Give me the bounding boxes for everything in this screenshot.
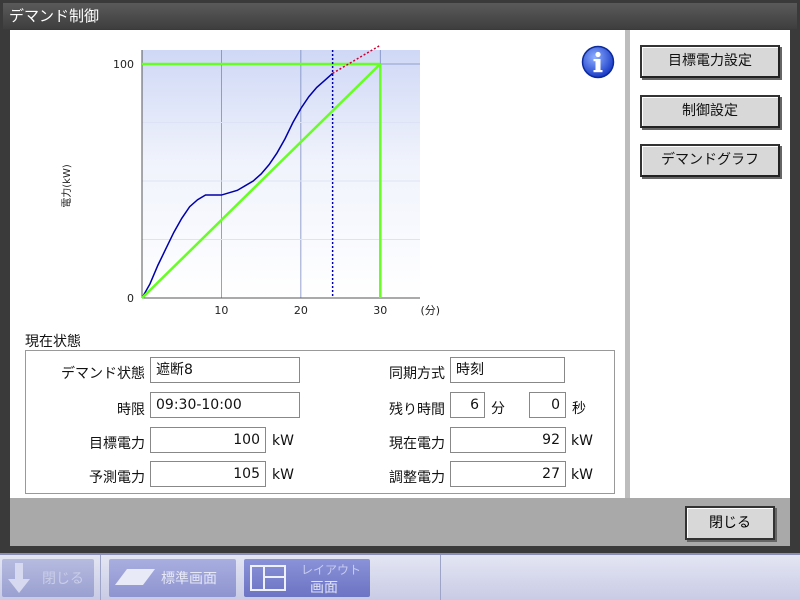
y-tick-label: 100 bbox=[113, 58, 134, 71]
demand-graph-button[interactable]: デマンドグラフ bbox=[640, 144, 780, 177]
sync-method-field: 時刻 bbox=[450, 357, 565, 383]
x-axis-unit-label: (分) bbox=[420, 304, 440, 317]
plot-area bbox=[142, 50, 420, 298]
demand-control-window: デマンド制御 10 20 30 (分) 0 100 電力(kW) 現在状態 デマンド状態 遮… bbox=[0, 0, 800, 553]
taskbar-back-button[interactable]: 閉じる bbox=[2, 559, 94, 597]
taskbar-back-label: 閉じる bbox=[42, 571, 84, 587]
sync-method-label: 同期方式 bbox=[389, 366, 445, 382]
current-power-label: 現在電力 bbox=[389, 436, 445, 452]
control-settings-button[interactable]: 制御設定 bbox=[640, 95, 780, 128]
window-title: デマンド制御 bbox=[3, 3, 797, 29]
forecast-power-unit: kW bbox=[272, 467, 294, 483]
adjust-power-label: 調整電力 bbox=[389, 470, 445, 486]
current-power-field: 92 bbox=[450, 427, 566, 453]
taskbar-divider bbox=[440, 555, 441, 600]
adjust-power-field: 27 bbox=[450, 461, 566, 487]
remaining-minutes-field: 6 bbox=[450, 392, 485, 418]
taskbar-standard-screen-button[interactable]: 標準画面 bbox=[109, 559, 236, 597]
screen-tile-icon bbox=[115, 569, 155, 585]
adjust-power-unit: kW bbox=[571, 467, 593, 483]
forecast-power-field: 105 bbox=[150, 461, 266, 487]
demand-state-field: 遮断8 bbox=[150, 357, 300, 383]
current-power-unit: kW bbox=[571, 433, 593, 449]
target-power-field: 100 bbox=[150, 427, 266, 453]
client-area: 10 20 30 (分) 0 100 電力(kW) 現在状態 デマンド状態 遮断8 同期方式… bbox=[10, 30, 790, 546]
seconds-unit: 秒 bbox=[572, 401, 586, 417]
demand-state-label: デマンド状態 bbox=[61, 366, 145, 382]
period-field: 09:30-10:00 bbox=[150, 392, 300, 418]
demand-chart: 10 20 30 (分) 0 100 電力(kW) bbox=[60, 44, 440, 317]
layout-icon bbox=[250, 565, 286, 591]
remaining-time-label: 残り時間 bbox=[389, 402, 445, 418]
target-power-unit: kW bbox=[272, 433, 294, 449]
minutes-unit: 分 bbox=[491, 401, 505, 417]
taskbar-layout-screen-button[interactable]: レイアウト 画面 bbox=[244, 559, 370, 597]
y-tick-label: 0 bbox=[127, 292, 134, 305]
status-section-title: 現在状態 bbox=[25, 334, 81, 350]
side-panel: 目標電力設定 制御設定 デマンドグラフ bbox=[630, 30, 790, 498]
period-label: 時限 bbox=[117, 402, 145, 418]
target-power-settings-button[interactable]: 目標電力設定 bbox=[640, 45, 780, 78]
x-tick-label: 30 bbox=[373, 304, 387, 317]
taskbar-layout-label-line2: 画面 bbox=[310, 580, 338, 596]
x-tick-label: 10 bbox=[214, 304, 228, 317]
remaining-seconds-field: 0 bbox=[529, 392, 566, 418]
taskbar-standard-label: 標準画面 bbox=[161, 571, 217, 587]
main-panel: 10 20 30 (分) 0 100 電力(kW) 現在状態 デマンド状態 遮断8 同期方式… bbox=[10, 30, 625, 498]
close-button[interactable]: 閉じる bbox=[685, 506, 775, 540]
taskbar-divider bbox=[100, 555, 101, 600]
target-power-label: 目標電力 bbox=[89, 436, 145, 452]
taskbar: 閉じる 標準画面 レイアウト 画面 bbox=[0, 553, 800, 600]
info-icon[interactable] bbox=[581, 45, 615, 79]
forecast-power-label: 予測電力 bbox=[89, 470, 145, 486]
down-arrow-icon bbox=[8, 563, 30, 593]
taskbar-layout-label-line1: レイアウト bbox=[301, 563, 362, 577]
x-tick-label: 20 bbox=[294, 304, 308, 317]
y-axis-label: 電力(kW) bbox=[60, 164, 73, 208]
